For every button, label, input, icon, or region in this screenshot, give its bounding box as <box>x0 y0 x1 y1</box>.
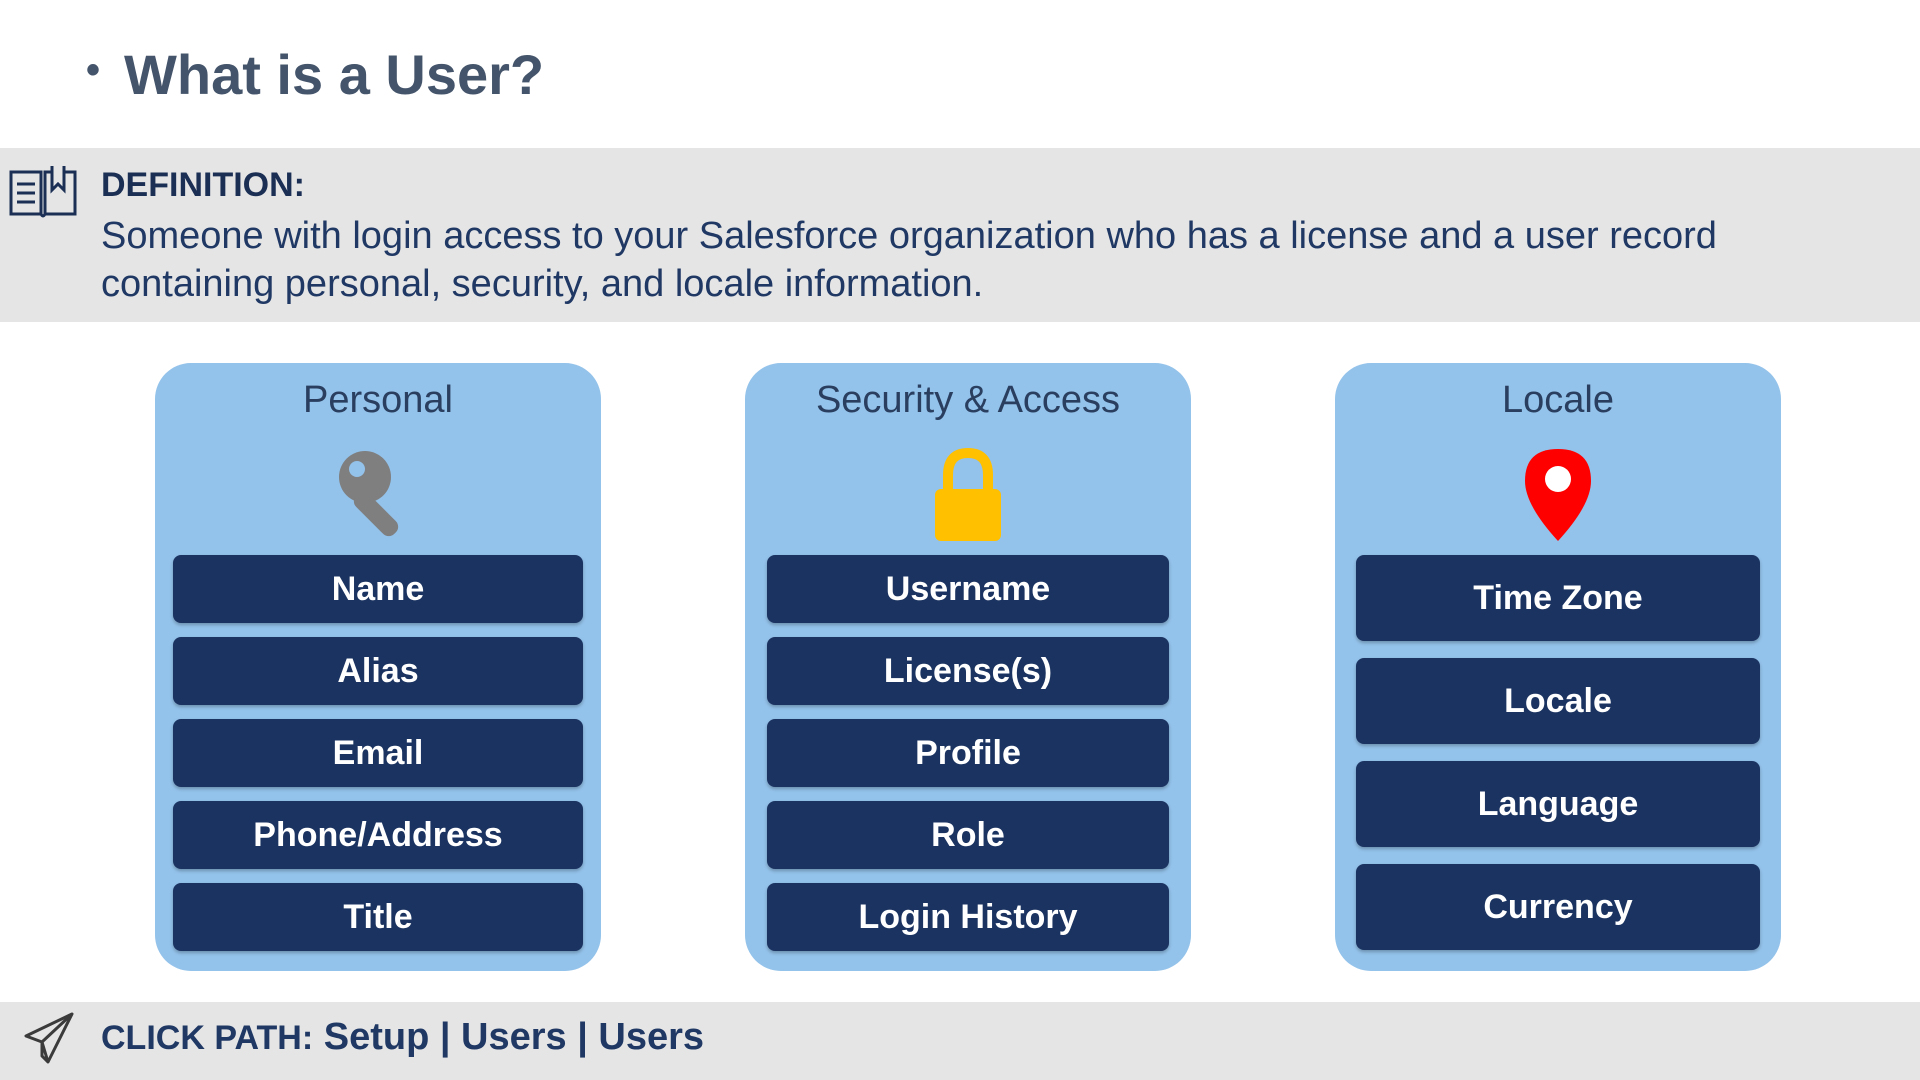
field-email: Email <box>173 719 583 787</box>
field-locale: Locale <box>1356 658 1760 744</box>
field-role: Role <box>767 801 1169 869</box>
definition-band: DEFINITION: Someone with login access to… <box>0 148 1920 322</box>
field-time-zone: Time Zone <box>1356 555 1760 641</box>
bullet-icon: • <box>86 48 101 92</box>
field-name: Name <box>173 555 583 623</box>
book-icon <box>9 166 77 218</box>
slide-title-text: What is a User? <box>124 43 545 106</box>
click-path-band: CLICK PATH: Setup | Users | Users <box>0 1002 1920 1080</box>
click-path-value: Setup | Users | Users <box>323 1016 705 1058</box>
field-phone-address: Phone/Address <box>173 801 583 869</box>
card-title: Locale <box>1502 379 1614 421</box>
slide-title: • What is a User? <box>86 42 544 107</box>
field-licenses: License(s) <box>767 637 1169 705</box>
definition-label: DEFINITION: <box>101 166 305 204</box>
definition-text: Someone with login access to your Salesf… <box>101 215 1717 305</box>
field-currency: Currency <box>1356 864 1760 950</box>
card-title: Personal <box>303 379 453 421</box>
field-alias: Alias <box>173 637 583 705</box>
field-language: Language <box>1356 761 1760 847</box>
click-path-label: CLICK PATH: <box>101 1019 314 1057</box>
key-icon <box>339 451 413 537</box>
locale-card: Locale Time Zone Locale Language Currenc… <box>1335 363 1781 971</box>
security-access-card: Security & Access Username License(s) Pr… <box>745 363 1191 971</box>
map-pin-icon <box>1525 449 1591 541</box>
padlock-icon <box>935 447 1001 541</box>
field-username: Username <box>767 555 1169 623</box>
field-login-history: Login History <box>767 883 1169 951</box>
paper-plane-icon <box>24 1012 74 1064</box>
field-profile: Profile <box>767 719 1169 787</box>
field-title: Title <box>173 883 583 951</box>
card-title: Security & Access <box>815 379 1121 421</box>
click-path-text: CLICK PATH: Setup | Users | Users <box>101 1016 704 1059</box>
personal-card: Personal Name Alias Email Phone/Address … <box>155 363 601 971</box>
